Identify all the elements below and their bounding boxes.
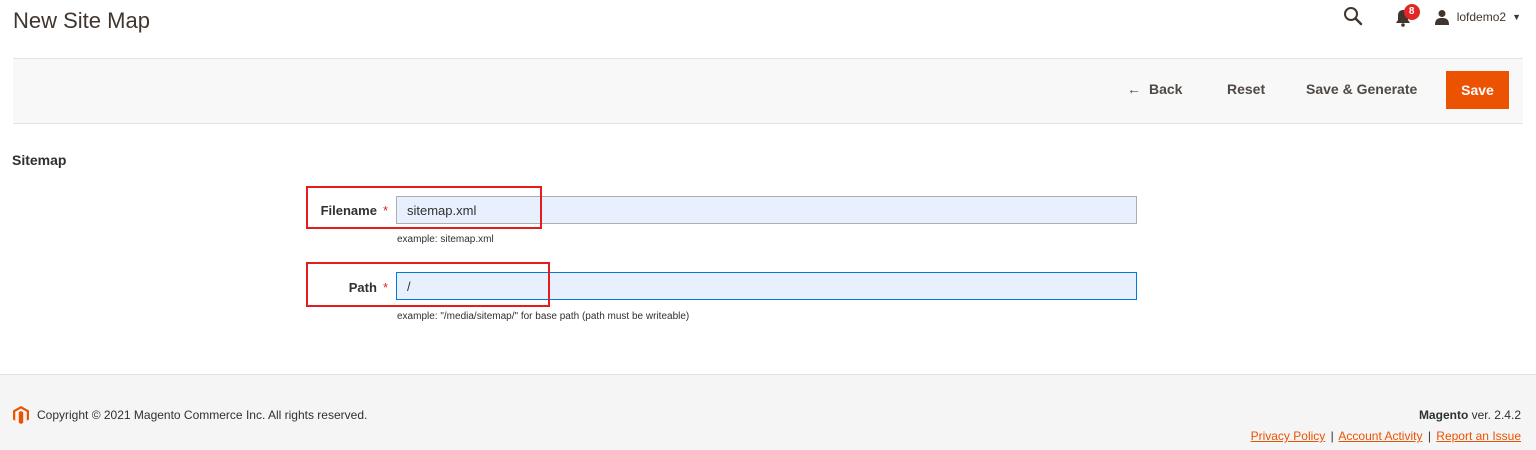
link-separator: | <box>1330 429 1334 443</box>
report-issue-link[interactable]: Report an Issue <box>1436 429 1521 443</box>
search-icon[interactable] <box>1343 6 1365 28</box>
reset-button[interactable]: Reset <box>1227 81 1265 97</box>
page-title: New Site Map <box>13 8 150 33</box>
back-button-label: Back <box>1149 81 1183 97</box>
highlight-box-filename <box>306 186 542 229</box>
notifications-button[interactable]: 8 <box>1395 4 1420 28</box>
arrow-left-icon: ← <box>1127 81 1141 97</box>
path-note: example: "/media/sitemap/" for base path… <box>397 311 690 322</box>
copyright: Copyright © 2021 Magento Commerce Inc. A… <box>13 406 367 424</box>
magento-logo-icon <box>13 406 29 424</box>
section-title: Sitemap <box>12 152 67 168</box>
user-name: lofdemo2 <box>1456 10 1507 24</box>
notification-count-badge: 8 <box>1403 4 1420 20</box>
header-actions: 8 lofdemo2 ▼ <box>1343 4 1521 30</box>
page-footer: Copyright © 2021 Magento Commerce Inc. A… <box>0 374 1536 450</box>
save-button[interactable]: Save <box>1446 71 1509 109</box>
page-header: New Site Map 8 lofdemo2 ▼ <box>0 0 1536 48</box>
copyright-text: Copyright © 2021 Magento Commerce Inc. A… <box>37 408 368 422</box>
caret-down-icon: ▼ <box>1512 12 1521 22</box>
save-and-generate-button[interactable]: Save & Generate <box>1306 81 1417 97</box>
user-icon <box>1434 10 1449 25</box>
brand-name: Magento <box>1418 408 1469 422</box>
user-menu[interactable]: lofdemo2 ▼ <box>1434 9 1521 25</box>
privacy-policy-link[interactable]: Privacy Policy <box>1251 429 1326 443</box>
link-separator: | <box>1427 429 1431 443</box>
version-info: Magento ver. 2.4.2 <box>1419 408 1521 422</box>
filename-note: example: sitemap.xml <box>397 234 494 245</box>
page-actions-toolbar: ← Back Reset Save & Generate Save <box>13 58 1523 124</box>
version-text: ver. 2.4.2 <box>1471 408 1521 422</box>
back-button[interactable]: ← Back <box>1127 81 1182 97</box>
footer-links: Privacy Policy | Account Activity | Repo… <box>1251 429 1521 443</box>
highlight-box-path <box>306 262 550 307</box>
account-activity-link[interactable]: Account Activity <box>1338 429 1422 443</box>
